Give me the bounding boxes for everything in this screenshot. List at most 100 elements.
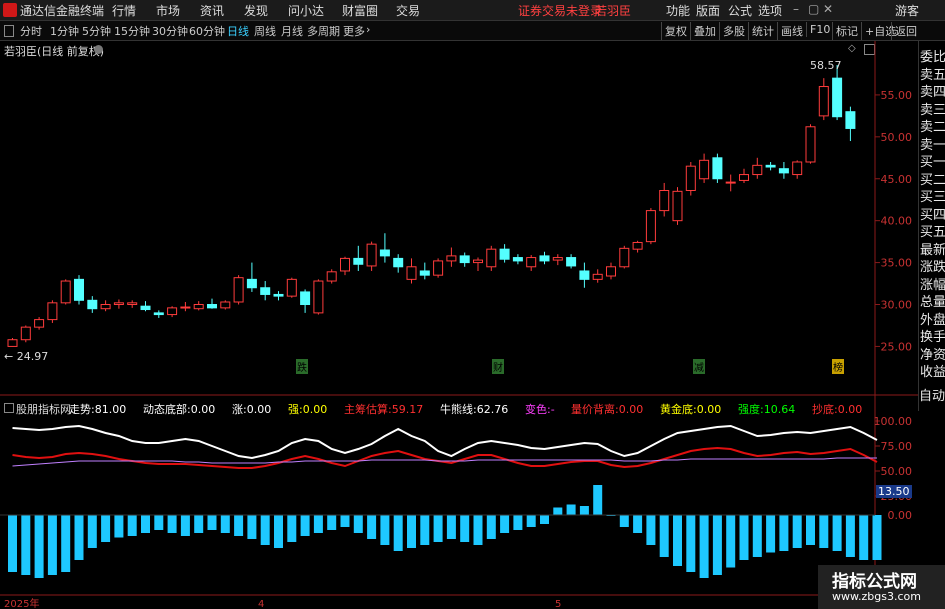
histogram-bar xyxy=(619,515,629,527)
candle-body xyxy=(659,189,670,212)
tool-fuquan[interactable]: 复权 xyxy=(661,22,690,40)
menu-gongneng[interactable]: 功能 xyxy=(666,2,690,19)
side-panel-item[interactable]: 买一 xyxy=(920,151,945,170)
side-panel-item[interactable]: 外盘 xyxy=(920,309,945,328)
period-multi[interactable]: 多周期 xyxy=(307,23,340,39)
event-marker-bang[interactable]: 榜 xyxy=(832,359,844,374)
side-panel-item[interactable]: 涨幅 xyxy=(920,274,945,293)
side-panel-item[interactable]: 卖二 xyxy=(920,116,945,135)
period-more[interactable]: 更多 xyxy=(343,23,365,39)
tool-tongji[interactable]: 统计 xyxy=(748,22,777,40)
side-panel-item[interactable]: 涨跌 xyxy=(920,256,945,275)
menu-zixun[interactable]: 资讯 xyxy=(200,2,224,19)
indicator-name[interactable]: 股朋指标网 xyxy=(16,401,71,417)
histogram-bar xyxy=(74,515,84,560)
candle xyxy=(486,245,497,271)
histogram-bar xyxy=(340,515,350,527)
menu-shichang[interactable]: 市场 xyxy=(156,2,180,19)
user-label[interactable]: 游客 xyxy=(895,2,919,19)
candle-body xyxy=(406,266,417,280)
side-panel-item[interactable]: 买四 xyxy=(920,204,945,223)
event-marker-jian[interactable]: 减 xyxy=(693,359,705,374)
side-panel-item[interactable]: 总量 xyxy=(920,291,945,310)
menu-gongshi[interactable]: 公式 xyxy=(728,2,752,19)
menu-xuanxiang[interactable]: 选项 xyxy=(758,2,782,19)
candle-body xyxy=(153,312,164,316)
event-marker-die[interactable]: 跌 xyxy=(296,359,308,374)
candle-body xyxy=(207,304,217,309)
menu-hangqing[interactable]: 行情 xyxy=(112,2,136,19)
menu-wenxiaoda[interactable]: 问小达 xyxy=(288,2,324,19)
indicator-settings-icon[interactable] xyxy=(4,403,14,413)
candle xyxy=(832,64,843,121)
side-panel-item[interactable]: 卖五 xyxy=(920,64,945,83)
side-panel-item[interactable]: 买五 xyxy=(920,221,945,240)
tool-diejia[interactable]: 叠加 xyxy=(690,22,719,40)
candle-body xyxy=(606,266,616,277)
period-60min[interactable]: 60分钟 xyxy=(189,23,225,39)
candle xyxy=(260,281,271,301)
period-fenshi[interactable]: 分时 xyxy=(20,23,42,39)
menubar: 通达信金融终端 行情 市场 资讯 发现 问小达 财富圈 交易 证券交易未登录 若… xyxy=(0,0,945,21)
side-panel-item[interactable]: 卖一 xyxy=(920,134,945,153)
candle-body xyxy=(725,181,736,184)
menu-jiaoyi[interactable]: 交易 xyxy=(396,2,420,19)
histogram-bar xyxy=(673,515,682,566)
auto-button[interactable]: 自动 xyxy=(919,385,945,404)
side-panel-item[interactable]: 净资 xyxy=(920,344,945,363)
quote-side-panel: 委比 卖五 卖四 卖三 卖二 卖一 买一 买二 买三 买四 买五 最新 涨跌 涨幅 总量 外盘 换手 净资 收益 xyxy=(918,41,945,411)
side-panel-item[interactable]: 买二 xyxy=(920,169,945,188)
candle xyxy=(499,244,510,263)
histogram-bar xyxy=(194,515,204,533)
candle xyxy=(459,252,470,267)
toolbar-toggle-icon[interactable] xyxy=(4,25,14,37)
candle-body xyxy=(273,293,284,297)
candle-body xyxy=(818,86,829,117)
menu-banmian[interactable]: 版面 xyxy=(696,2,720,19)
candle xyxy=(632,240,643,253)
price-axis: 25.00 30.00 35.00 40.00 45.00 50.00 55.00 xyxy=(875,89,912,353)
tool-f10[interactable]: F10 xyxy=(806,22,833,37)
menu-faxian[interactable]: 发现 xyxy=(244,2,268,19)
candle-body xyxy=(140,305,151,311)
side-panel-item[interactable]: 委比 xyxy=(920,46,945,65)
side-panel-item[interactable]: 收益 xyxy=(920,361,945,380)
side-panel-item[interactable]: 卖四 xyxy=(920,81,945,100)
candle xyxy=(286,277,297,298)
tool-back[interactable]: 返回 xyxy=(891,22,920,40)
tool-huaxian[interactable]: 画线 xyxy=(777,22,806,40)
candle xyxy=(552,254,563,266)
candle xyxy=(752,157,763,179)
login-status[interactable]: 证券交易未登录 xyxy=(518,2,602,19)
period-5min[interactable]: 5分钟 xyxy=(82,23,111,39)
menu-caifuquan[interactable]: 财富圈 xyxy=(342,2,378,19)
close-icon[interactable]: ✕ xyxy=(823,2,833,16)
candle-body xyxy=(286,278,297,297)
candle xyxy=(153,310,164,318)
indicator-field: 牛熊线:62.76 xyxy=(440,403,509,416)
candle xyxy=(539,251,550,265)
tool-duogu[interactable]: 多股 xyxy=(719,22,748,40)
period-daily[interactable]: 日线 xyxy=(227,23,249,39)
histogram-bar xyxy=(486,515,496,539)
chevron-right-icon[interactable]: › xyxy=(366,23,370,36)
histogram-bar xyxy=(513,515,523,530)
side-panel-item[interactable]: 卖三 xyxy=(920,99,945,118)
period-weekly[interactable]: 周线 xyxy=(254,23,276,39)
tool-biaoji[interactable]: 标记 xyxy=(832,22,861,40)
side-panel-item[interactable]: 买三 xyxy=(920,186,945,205)
period-30min[interactable]: 30分钟 xyxy=(152,23,188,39)
period-monthly[interactable]: 月线 xyxy=(281,23,303,39)
event-marker-cai[interactable]: 财 xyxy=(492,359,504,374)
histogram-series xyxy=(8,485,882,578)
candle xyxy=(778,161,789,179)
period-1min[interactable]: 1分钟 xyxy=(50,23,79,39)
side-panel-item[interactable]: 最新 xyxy=(920,239,945,258)
minimize-icon[interactable]: – xyxy=(793,2,799,16)
period-15min[interactable]: 15分钟 xyxy=(114,23,150,39)
candle-body xyxy=(7,339,18,347)
candle xyxy=(805,124,816,164)
side-panel-item[interactable]: 换手 xyxy=(920,326,945,345)
restore-icon[interactable]: ▢ xyxy=(808,2,819,16)
histogram-bar xyxy=(526,515,536,527)
